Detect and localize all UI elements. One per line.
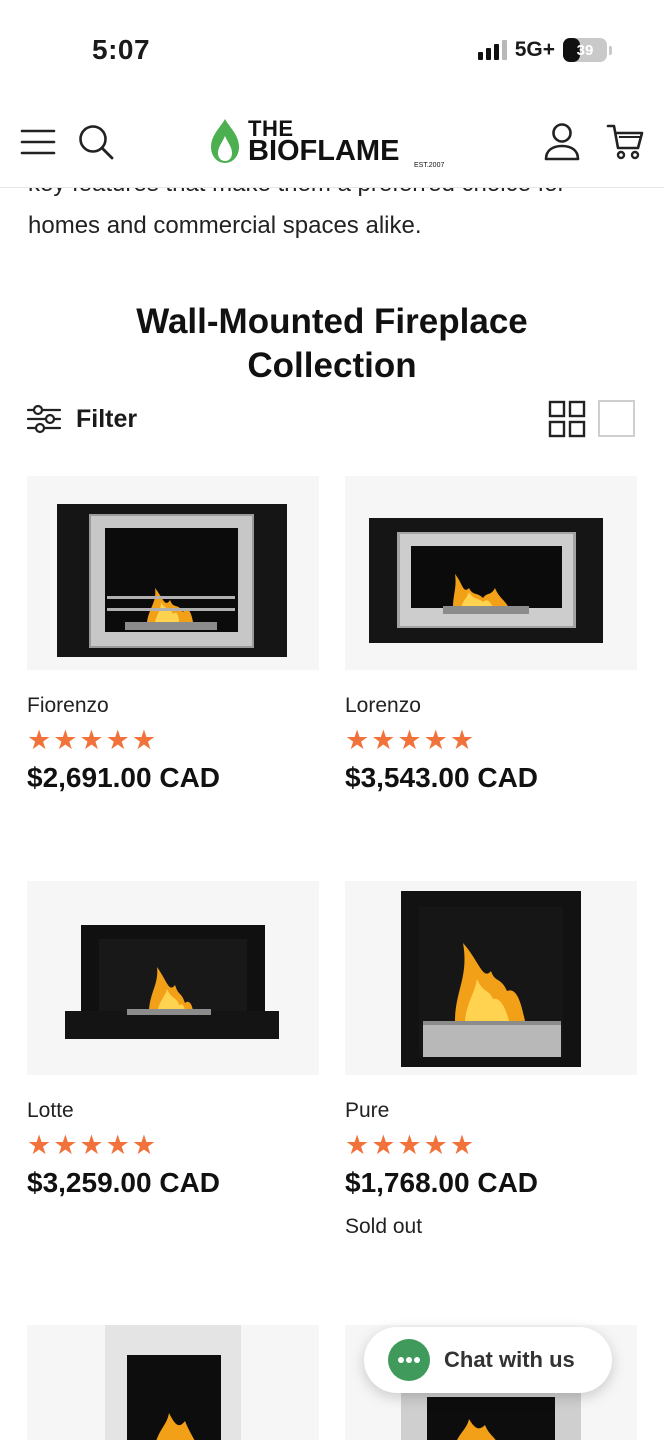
product-image[interactable] xyxy=(27,881,319,1075)
logo-est: EST.2007 xyxy=(414,162,445,169)
filter-label: Filter xyxy=(76,404,138,433)
battery-level: 39 xyxy=(576,41,594,59)
sold-out-label: Sold out xyxy=(345,1215,423,1238)
product-card-lorenzo[interactable]: Lorenzo ★★★★★ $3,543.00 CAD xyxy=(345,476,637,794)
product-name[interactable]: Pure xyxy=(345,1099,637,1123)
product-card-pure[interactable]: Pure ★★★★★ $1,768.00 CAD Sold out xyxy=(345,881,637,1239)
product-card-fiorenzo[interactable]: Fiorenzo ★★★★★ $2,691.00 CAD xyxy=(27,476,319,794)
cart-icon[interactable] xyxy=(606,120,646,164)
list-view-toggle[interactable] xyxy=(598,400,635,437)
site-header: THE BIOFLAME EST.2007 xyxy=(0,100,664,188)
product-card-lotte[interactable]: Lotte ★★★★★ $3,259.00 CAD xyxy=(27,881,319,1199)
intro-last-line: homes and commercial spaces alike. xyxy=(28,212,422,239)
grid-view-toggle[interactable] xyxy=(548,400,586,438)
battery-icon: 39 xyxy=(563,38,607,62)
battery-tip xyxy=(609,45,612,55)
status-indicators: 5G+ 39 xyxy=(477,38,612,62)
product-price: $2,691.00 CAD xyxy=(27,762,221,793)
flame-leaf-icon xyxy=(211,119,239,163)
product-image[interactable] xyxy=(27,476,319,670)
filter-button[interactable]: Filter xyxy=(26,400,137,438)
search-icon[interactable] xyxy=(76,120,116,164)
chat-bubble-icon xyxy=(388,1339,430,1381)
account-icon[interactable] xyxy=(542,120,582,164)
rating-stars: ★★★★★ xyxy=(27,1130,159,1160)
rating-stars: ★★★★★ xyxy=(345,725,477,755)
chat-label: Chat with us xyxy=(444,1347,575,1372)
logo-line2: BIOFLAME xyxy=(248,135,400,167)
network-type: 5G+ xyxy=(514,38,555,61)
product-image[interactable] xyxy=(345,881,637,1075)
status-time: 5:07 xyxy=(92,34,151,65)
signal-icon xyxy=(477,40,507,60)
collection-title: Wall-Mounted Fireplace Collection xyxy=(0,300,664,388)
status-bar: 5:07 5G+ 39 xyxy=(0,0,664,100)
bioflame-logo[interactable]: THE BIOFLAME EST.2007 xyxy=(208,116,458,174)
chat-with-us-button[interactable]: Chat with us xyxy=(364,1327,612,1393)
product-card-partial-left[interactable] xyxy=(27,1325,319,1440)
product-name[interactable]: Fiorenzo xyxy=(27,694,319,718)
collection-title-line1: Wall-Mounted Fireplace xyxy=(136,302,528,341)
product-price: $3,259.00 CAD xyxy=(27,1167,221,1198)
product-image[interactable] xyxy=(345,476,637,670)
menu-icon[interactable] xyxy=(18,120,58,164)
product-price: $3,543.00 CAD xyxy=(345,762,539,793)
product-name[interactable]: Lorenzo xyxy=(345,694,637,718)
rating-stars: ★★★★★ xyxy=(345,1130,477,1160)
rating-stars: ★★★★★ xyxy=(27,725,159,755)
filter-sliders-icon xyxy=(26,404,62,434)
product-price: $1,768.00 CAD xyxy=(345,1167,539,1198)
collection-title-line2: Collection xyxy=(247,346,417,385)
product-name[interactable]: Lotte xyxy=(27,1099,319,1123)
grid-view-icon xyxy=(548,400,586,438)
